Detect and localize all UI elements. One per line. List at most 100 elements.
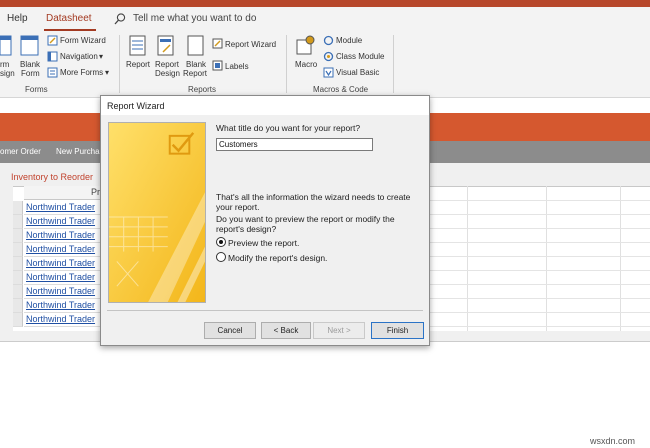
report-wizard-icon [212,38,223,49]
row-selector[interactable] [13,243,23,257]
lightbulb-icon [114,13,126,25]
grid-column-header[interactable]: Pr [24,186,102,200]
table-row-link[interactable]: Northwind Trader [24,285,102,299]
form-wizard-icon [47,35,58,46]
table-row-link[interactable]: Northwind Trader [24,299,102,313]
grid-row-divider [430,312,650,313]
ribbon-separator [393,35,394,93]
row-selector[interactable] [13,285,23,299]
dialog-titlebar[interactable]: Report Wizard [101,96,429,115]
table-row-link[interactable]: Northwind Trader [24,201,102,215]
watermark: wsxdn.com [590,436,636,446]
table-row-link[interactable]: Northwind Trader [24,313,102,327]
grid-row-divider [430,270,650,271]
table-row-link[interactable]: Northwind Trader [24,229,102,243]
title-question: What title do you want for your report? [216,123,361,133]
form-design-button-label: sign [0,69,15,78]
report-icon[interactable] [129,35,147,57]
module-button[interactable]: Module [336,36,362,45]
tab-help[interactable]: Help [7,13,28,24]
macro-icon[interactable] [296,34,316,56]
report-design-label-2: Design [155,69,180,78]
report-design-label-1: Report [155,60,180,69]
grid-row-divider [430,242,650,243]
form-icon[interactable] [0,35,12,57]
ribbon-separator [286,35,287,93]
table-row-link[interactable]: Northwind Trader [24,215,102,229]
forms-group-label: Forms [25,85,48,94]
report-wizard-button[interactable]: Report Wizard [225,40,276,49]
wizard-illustration [108,122,206,303]
grid-row-divider [430,228,650,229]
row-selector[interactable] [13,215,23,229]
modify-radio[interactable] [216,252,226,262]
tab-customer-order[interactable]: omer Order [0,147,41,156]
grid-row-divider [430,298,650,299]
tab-datasheet[interactable]: Datasheet [46,13,92,24]
form-wizard-button[interactable]: Form Wizard [60,36,106,45]
visual-basic-icon [323,67,334,78]
reports-group-label: Reports [188,85,217,94]
ribbon-tab-row: Help Datasheet Tell me what you want to … [0,7,650,31]
navigation-icon [47,51,58,62]
module-icon [323,35,334,46]
blank-form-icon[interactable] [20,35,40,57]
class-module-icon [323,51,334,62]
table-row-link[interactable]: Northwind Trader [24,243,102,257]
grid-row-divider [430,326,650,327]
report-wizard-dialog: Report Wizard What title do you want for… [100,95,430,346]
labels-icon [212,60,223,71]
chevron-down-icon: ▾ [105,68,110,77]
grid-column-divider [546,186,547,331]
blank-form-label-1: Blank [20,60,41,69]
grid-row-divider [430,284,650,285]
more-forms-button[interactable]: More Forms [60,68,103,77]
grid-row-divider [430,256,650,257]
grid-row-divider [430,214,650,215]
class-module-button[interactable]: Class Module [336,52,384,61]
macros-group-label: Macros & Code [313,85,369,94]
table-row-link[interactable]: Northwind Trader [24,271,102,285]
tell-me-search[interactable]: Tell me what you want to do [133,13,256,24]
title-bar-strip [0,0,650,7]
blank-report-icon[interactable] [187,35,205,57]
wizard-info-text: That's all the information the wizard ne… [216,192,411,212]
modify-radio-label[interactable]: Modify the report's design. [228,253,327,263]
preview-radio-label[interactable]: Preview the report. [228,238,299,248]
finish-button[interactable]: Finish [371,322,424,339]
report-button-label[interactable]: Report [126,60,150,69]
subform-title: Inventory to Reorder [11,172,94,182]
blank-report-label-1: Blank [186,60,207,69]
report-title-input[interactable] [216,138,373,151]
ribbon: rm sign Blank Form Form Wizard Navigatio… [0,31,650,98]
visual-basic-button[interactable]: Visual Basic [336,68,379,77]
row-selector[interactable] [13,201,23,215]
labels-button[interactable]: Labels [225,62,249,71]
tab-new-purchase[interactable]: New Purchas [56,147,104,156]
cancel-button[interactable]: Cancel [204,322,256,339]
dialog-title: Report Wizard [107,101,165,111]
table-row-link[interactable]: Northwind Trader [24,257,102,271]
chevron-down-icon: ▾ [99,52,104,61]
dialog-divider [107,310,423,311]
form-button-label: rm [0,60,10,69]
ribbon-separator [119,35,120,93]
back-button[interactable]: < Back [261,322,311,339]
blank-report-label-2: Report [183,69,208,78]
more-forms-icon [47,67,58,78]
grid-column-divider [467,186,468,331]
row-selector[interactable] [13,299,23,313]
report-design-icon[interactable] [157,35,175,57]
grid-row-divider [430,200,650,201]
row-selector[interactable] [13,271,23,285]
blank-form-label-2: Form [21,69,40,78]
next-button[interactable]: Next > [313,322,365,339]
navigation-button[interactable]: Navigation [60,52,98,61]
grid-column-divider [620,186,621,331]
preview-question: Do you want to preview the report or mod… [216,214,395,234]
row-selector[interactable] [13,313,23,327]
row-selector[interactable] [13,229,23,243]
preview-radio[interactable] [216,237,226,247]
row-selector[interactable] [13,257,23,271]
macro-button-label[interactable]: Macro [295,60,317,69]
